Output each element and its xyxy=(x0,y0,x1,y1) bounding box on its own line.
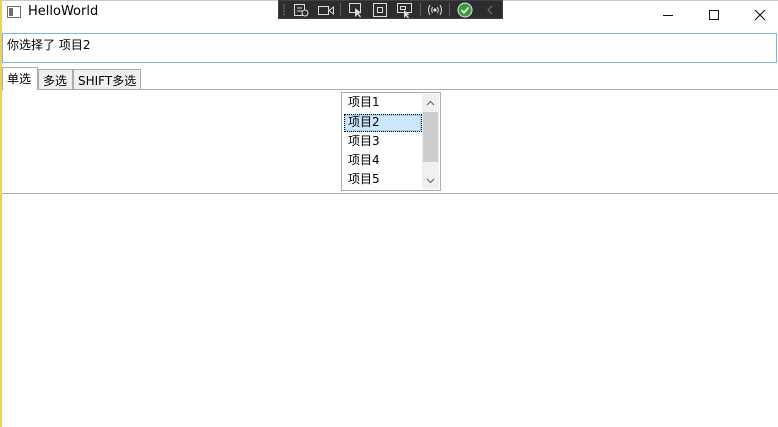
tab-multi-select[interactable]: 多选 xyxy=(38,69,73,89)
toolbar-grip-icon[interactable] xyxy=(279,1,289,18)
chevron-up-icon xyxy=(426,100,435,105)
record-icon[interactable] xyxy=(313,1,338,18)
minimize-icon xyxy=(663,14,673,16)
list-item[interactable]: 项目4 xyxy=(344,152,422,170)
tab-shift-multi-select[interactable]: SHIFT多选 xyxy=(73,69,141,89)
scrollbar-thumb[interactable] xyxy=(423,112,438,162)
item-listbox[interactable]: 项目1 项目2 项目3 项目4 项目5 xyxy=(341,92,441,191)
display-layout-adorners-icon[interactable] xyxy=(368,1,393,18)
minimize-button[interactable] xyxy=(645,1,691,28)
maximize-icon xyxy=(709,9,719,20)
close-button[interactable] xyxy=(737,1,778,28)
toolbar-separator xyxy=(449,3,451,16)
chevron-down-icon xyxy=(426,178,435,183)
close-icon xyxy=(754,9,766,20)
toolbar-separator xyxy=(340,3,342,16)
track-focus-icon[interactable] xyxy=(393,1,418,18)
scroll-down-button[interactable] xyxy=(422,172,439,189)
collapse-icon[interactable] xyxy=(477,1,502,18)
listbox-scrollbar[interactable] xyxy=(422,94,439,189)
selection-status-textbox[interactable]: 你选择了 项目2 xyxy=(2,33,777,63)
list-item-selected[interactable]: 项目2 xyxy=(344,114,422,132)
select-element-icon[interactable] xyxy=(343,1,368,18)
window-frame-left xyxy=(0,0,2,427)
hot-reload-icon[interactable] xyxy=(423,1,448,18)
debug-toolbar xyxy=(278,0,503,19)
scroll-up-button[interactable] xyxy=(422,94,439,111)
toolbar-separator xyxy=(419,3,421,16)
window-title: HelloWorld xyxy=(28,4,99,19)
tab-single-select[interactable]: 单选 xyxy=(2,67,38,90)
status-ok-icon[interactable] xyxy=(452,1,477,18)
list-item[interactable]: 项目3 xyxy=(344,133,422,151)
app-window-icon xyxy=(7,6,21,18)
live-visual-tree-icon[interactable] xyxy=(289,1,314,18)
list-item[interactable]: 项目1 xyxy=(344,94,422,112)
maximize-button[interactable] xyxy=(691,1,737,28)
list-item[interactable]: 项目5 xyxy=(344,171,422,189)
